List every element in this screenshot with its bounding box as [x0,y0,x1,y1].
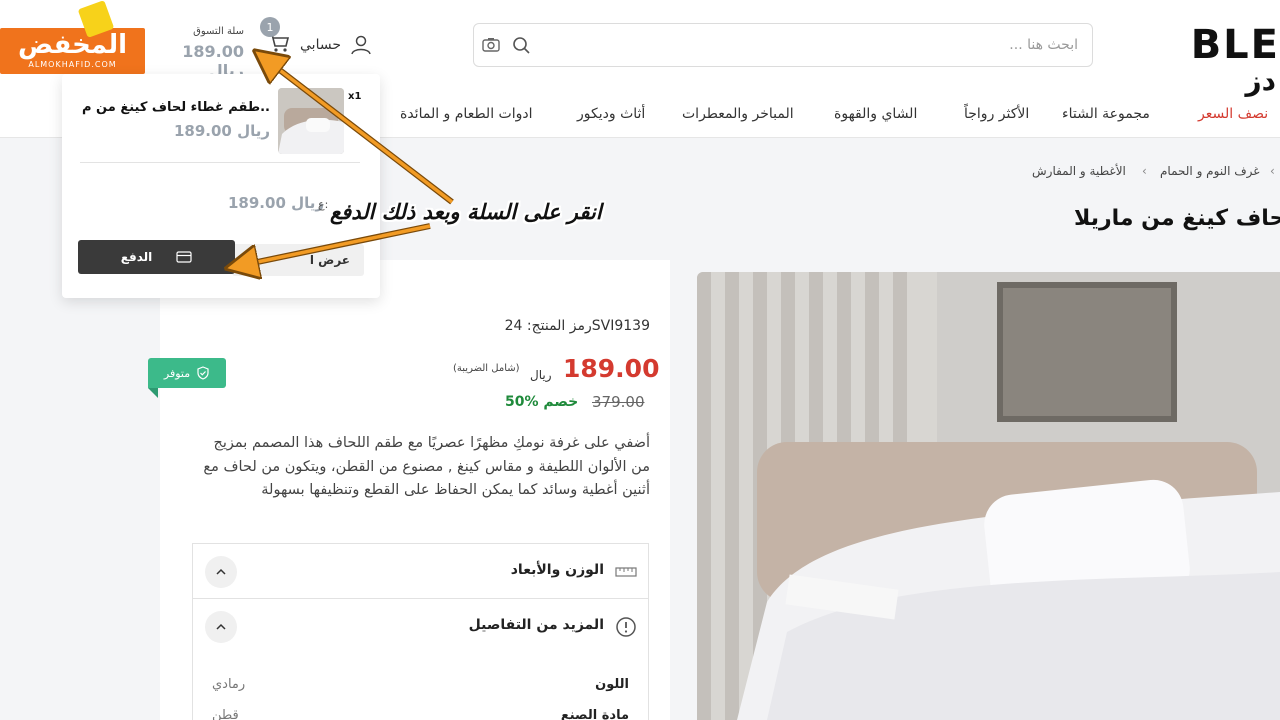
breadcrumb-covers[interactable]: الأغطية و المفارش [1032,164,1126,178]
chevron-up-icon[interactable] [205,611,237,643]
product-sku: رمز المنتج: 24SVI9139 [504,318,650,334]
spec-value: رمادي [212,677,246,692]
chevron-left-icon: ‹ [1270,164,1275,178]
product-title: لحاف كينغ من ماريلا [1074,206,1280,231]
cart-item-name[interactable]: طقم غطاء لحاف كينغ من م... [82,100,270,115]
product-image[interactable] [697,272,1280,720]
checkout-button[interactable]: الدفع [78,240,235,274]
watermark-arabic: المخفض [17,30,128,60]
ruler-icon [615,567,637,577]
camera-icon[interactable] [480,34,502,56]
user-icon [351,35,371,55]
stock-label: متوفر [163,366,191,380]
spec-value: قطن [212,708,239,720]
search-bar [473,23,1093,67]
account-link[interactable]: حسابي [300,28,373,62]
cart-title[interactable]: سلة التسوق [188,26,244,37]
credit-card-icon [176,251,192,263]
shield-check-icon [197,366,209,380]
nav-item-winter[interactable]: مجموعة الشتاء [1062,106,1150,122]
nav-item-tableware[interactable]: ادوات الطعام و المائدة [400,106,533,122]
accordion-more-details[interactable]: المزيد من التفاصيل [192,598,649,654]
nav-item-trending[interactable]: الأكثر رواجاً [964,106,1029,122]
info-icon [616,617,636,637]
cart-item-qty: x1 [348,91,362,102]
nav-item-incense[interactable]: المباخر والمعطرات [682,106,794,122]
product-price: 189.00 [563,354,660,383]
cart-dropdown-total: 189.00 ريال [228,194,325,212]
chevron-up-icon[interactable] [205,556,237,588]
checkout-label: الدفع [120,250,153,264]
spec-row: مادة الصنع قطن [192,704,649,720]
spec-row: اللون رمادي [192,673,649,703]
watermark-logo: المخفض ALMOKHAFID.COM [0,28,145,74]
spec-key: اللون [595,677,629,692]
search-icon[interactable] [510,34,532,56]
accordion-weight-dimensions[interactable]: الوزن والأبعاد [192,543,649,599]
breadcrumb: غرف النوم و الحمام ‹ الأغطية و المفارش ‹ [1030,162,1280,182]
breadcrumb-bedroom[interactable]: غرف النوم و الحمام [1160,164,1260,178]
cart-dropdown-total-label: ع: [318,198,329,211]
annotation-text: انقر على السلة وبعد ذلك الدفع [330,200,602,224]
brand-logo[interactable]: BLE دز [1180,18,1280,98]
brand-logo-sub: دز [1245,64,1277,97]
nav-item-furniture[interactable]: أثاث وديكور [577,106,645,122]
accordion-details-title: المزيد من التفاصيل [468,617,604,633]
price-currency: ريال [530,368,552,382]
watermark-latin: ALMOKHAFID.COM [28,60,117,69]
stock-badge-tail [148,388,158,398]
cart-dropdown: x1 طقم غطاء لحاف كينغ من م... 189.00 ريا… [62,74,380,298]
cart-item-price: 189.00 ريال [173,122,270,140]
tax-note: (شامل الضريبة) [453,363,520,374]
view-cart-button[interactable]: عرض ا [232,244,364,276]
product-description: أضفي على غرفة نومكِ مظهرًا عصريًا مع طقم… [203,435,650,498]
chevron-left-icon: ‹ [1142,164,1147,178]
product-photo [697,272,1280,720]
account-label: حسابي [300,37,341,53]
nav-item-half-price[interactable]: نصف السعر [1198,106,1268,122]
accordion-weight-title: الوزن والأبعاد [510,562,604,578]
nav-item-tea-coffee[interactable]: الشاي والقهوة [834,106,917,122]
stock-badge: متوفر [148,358,226,388]
old-price: 379.00 [592,393,645,411]
cart-item-thumbnail[interactable] [278,88,344,154]
cart-count-badge: 1 [260,17,280,37]
spec-key: مادة الصنع [560,708,629,720]
brand-logo-text: BLE [1190,22,1280,68]
discount-label: 50% خصم [505,394,579,410]
search-input[interactable] [558,34,1078,56]
divider [80,162,360,163]
